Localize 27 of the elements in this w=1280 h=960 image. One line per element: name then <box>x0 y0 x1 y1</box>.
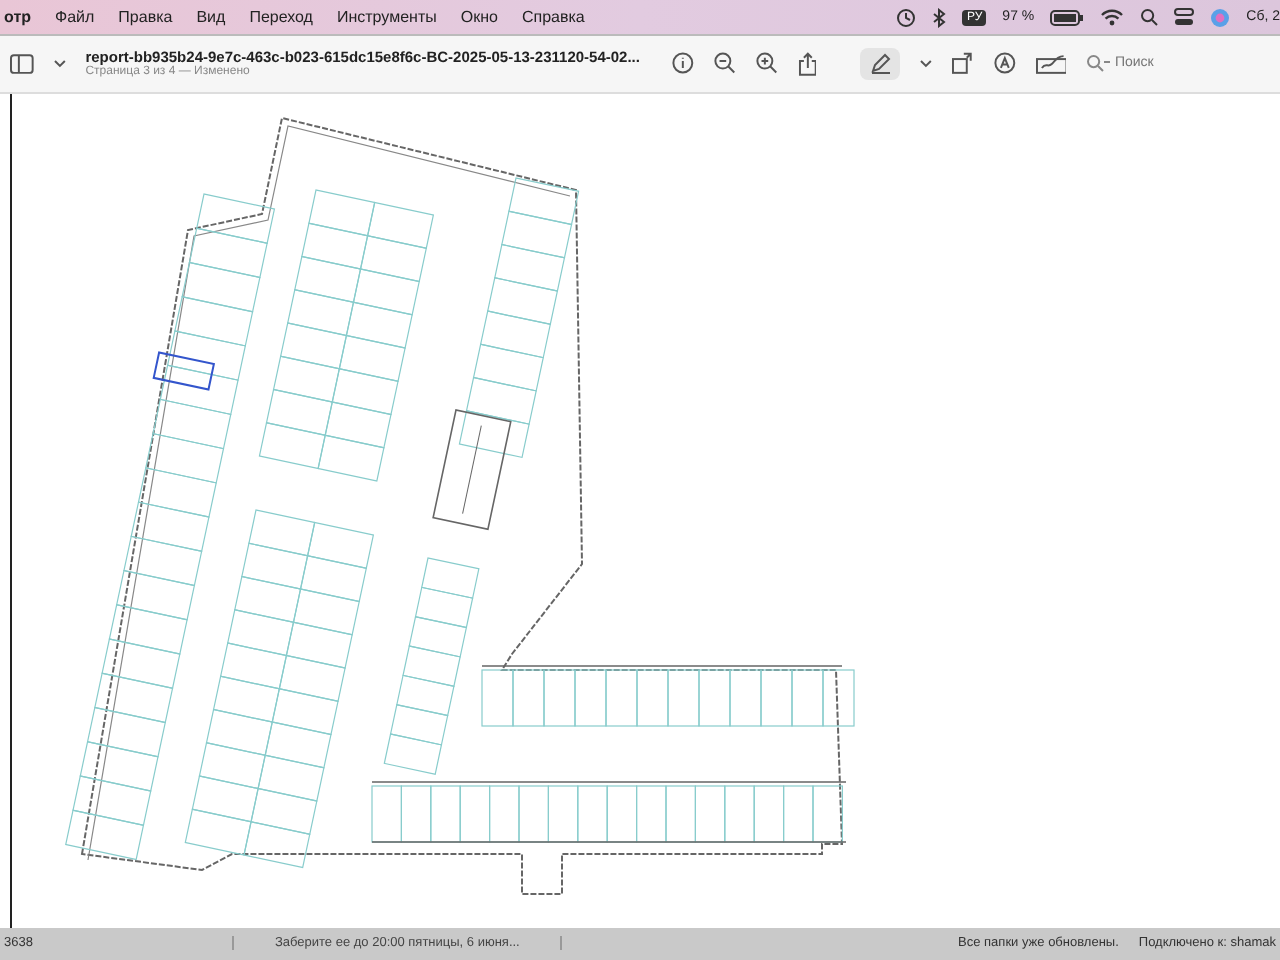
menu-item[interactable]: Файл <box>51 8 99 27</box>
markup-button[interactable] <box>860 47 901 80</box>
info-icon[interactable] <box>672 52 694 75</box>
bluetooth-icon[interactable] <box>932 7 947 28</box>
signature-icon[interactable] <box>1035 53 1067 74</box>
menu-item[interactable]: Вид <box>192 8 230 27</box>
battery-icon[interactable] <box>1050 9 1085 26</box>
clock-history-icon[interactable] <box>896 7 917 28</box>
menu-item[interactable]: Окно <box>456 8 502 27</box>
annotate-circle-icon[interactable] <box>993 52 1016 75</box>
search-icon[interactable] <box>1140 8 1159 27</box>
rotate-icon[interactable] <box>952 52 974 75</box>
pen-icon <box>869 52 892 75</box>
zoom-out-icon[interactable] <box>713 52 736 75</box>
control-center-icon[interactable] <box>1174 8 1195 27</box>
wifi-icon[interactable] <box>1100 8 1125 27</box>
sidebar-icon[interactable] <box>10 53 34 74</box>
zoom-in-icon[interactable] <box>755 52 778 75</box>
chevron-down-icon[interactable] <box>920 59 933 68</box>
chevron-down-icon[interactable] <box>53 59 66 68</box>
menu-item[interactable]: Справка <box>517 8 589 27</box>
menu-item[interactable]: Инструменты <box>332 8 441 27</box>
menu-item[interactable]: Переход <box>245 8 317 27</box>
menu-item[interactable]: Правка <box>114 8 177 27</box>
share-icon[interactable] <box>797 51 817 76</box>
app-menu[interactable]: отр <box>0 8 35 27</box>
search-icon <box>1086 54 1111 73</box>
